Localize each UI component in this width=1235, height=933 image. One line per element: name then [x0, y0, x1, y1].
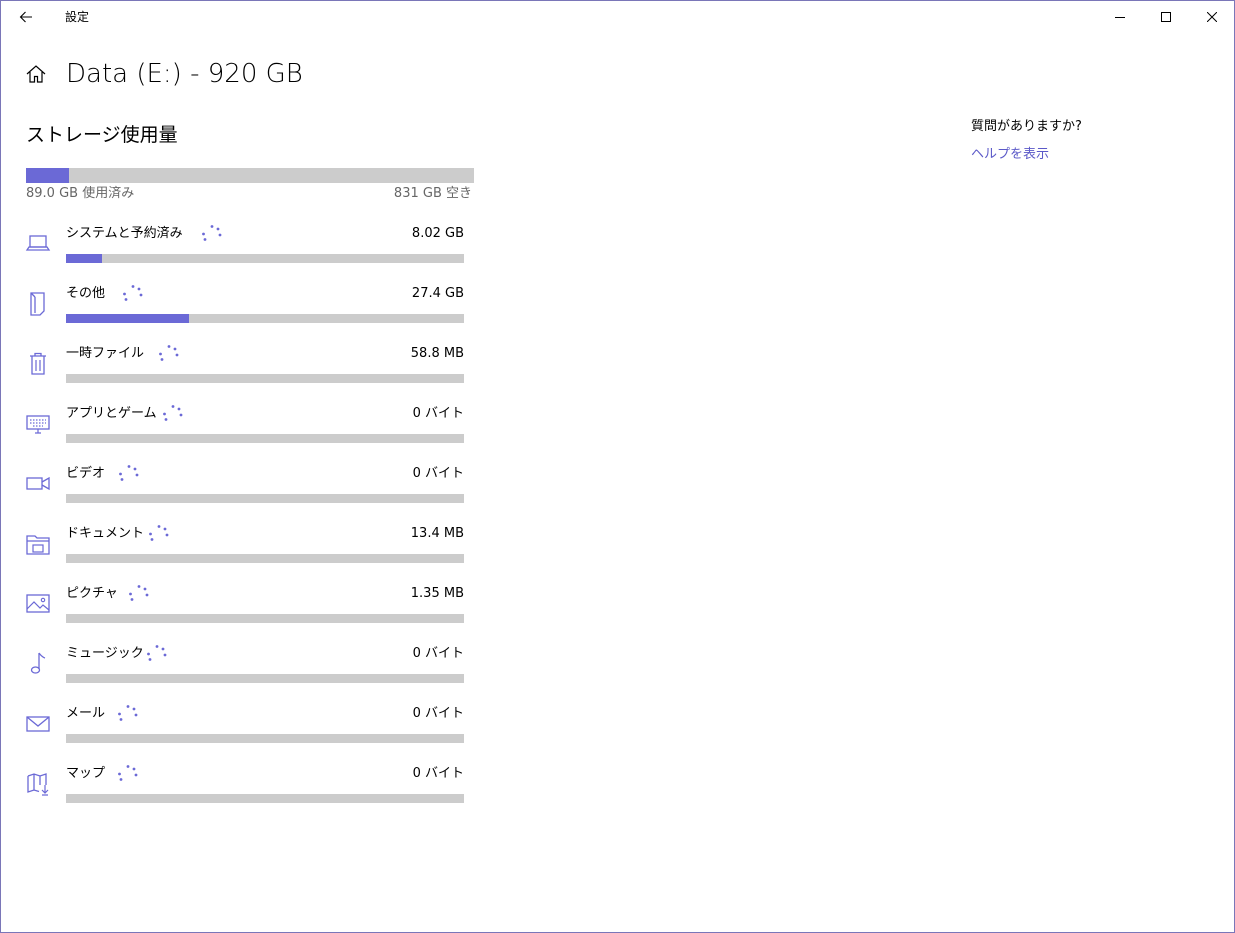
category-size: 0 バイト — [412, 466, 464, 481]
used-space-label: 89.0 GB 使用済み — [26, 186, 135, 201]
minimize-icon — [1115, 17, 1125, 18]
mail-icon — [26, 716, 50, 732]
category-size: 0 バイト — [412, 646, 464, 661]
loading-spinner-icon — [146, 644, 168, 666]
category-usage-bar — [66, 674, 464, 683]
loading-spinner-icon — [158, 344, 180, 366]
category-row[interactable]: 一時ファイル 58.8 MB — [21, 342, 471, 402]
category-name: ビデオ — [66, 466, 106, 481]
category-name: メール — [66, 706, 106, 721]
help-question: 質問がありますか? — [971, 119, 1082, 134]
category-size: 0 バイト — [412, 406, 464, 421]
title-bar: 設定 — [1, 1, 1234, 33]
total-usage-bar — [26, 168, 474, 183]
category-usage-fill — [66, 314, 189, 323]
category-usage-bar — [66, 494, 464, 503]
minimize-button[interactable] — [1097, 1, 1143, 33]
loading-spinner-icon — [201, 224, 223, 246]
category-row[interactable]: ビデオ 0 バイト — [21, 462, 471, 522]
get-help-link[interactable]: ヘルプを表示 — [971, 146, 1049, 164]
category-size: 58.8 MB — [410, 346, 464, 361]
category-usage-bar — [66, 434, 464, 443]
home-icon — [26, 65, 46, 83]
loading-spinner-icon — [118, 464, 140, 486]
music-note-icon — [30, 652, 46, 674]
free-space-label: 831 GB 空き — [393, 186, 472, 201]
close-icon — [1207, 12, 1217, 22]
category-row[interactable]: ピクチャ 1.35 MB — [21, 582, 471, 642]
back-button[interactable] — [9, 3, 43, 31]
video-camera-icon — [26, 476, 50, 491]
back-arrow-icon — [19, 11, 32, 23]
category-usage-bar — [66, 254, 464, 263]
total-usage-fill — [26, 168, 70, 183]
category-usage-bar — [66, 374, 464, 383]
category-name: システムと予約済み — [66, 226, 183, 241]
loading-spinner-icon — [117, 704, 139, 726]
category-name: ドキュメント — [66, 526, 145, 541]
category-usage-bar — [66, 794, 464, 803]
folder-documents-icon — [26, 535, 50, 555]
category-name: ミュージック — [66, 646, 144, 661]
loading-spinner-icon — [122, 284, 144, 306]
page-title: Data (E:) - 920 GB — [66, 59, 303, 89]
category-size: 0 バイト — [412, 706, 464, 721]
category-usage-fill — [66, 254, 102, 263]
category-usage-bar — [66, 614, 464, 623]
category-name: アプリとゲーム — [66, 406, 157, 421]
maximize-icon — [1161, 12, 1171, 22]
loading-spinner-icon — [162, 404, 184, 426]
category-row[interactable]: システムと予約済み 8.02 GB — [21, 222, 471, 282]
category-name: 一時ファイル — [66, 346, 145, 361]
category-size: 0 バイト — [412, 766, 464, 781]
settings-window: 設定 Data (E:) - 920 GB ストレージ使用量 89.0 GB 使… — [0, 0, 1235, 933]
category-row[interactable]: メール 0 バイト — [21, 702, 471, 762]
storage-usage-title: ストレージ使用量 — [26, 124, 178, 146]
category-usage-bar — [66, 554, 464, 563]
category-usage-bar — [66, 734, 464, 743]
trash-icon — [30, 352, 46, 375]
maximize-button[interactable] — [1143, 1, 1189, 33]
category-name: ピクチャ — [66, 586, 118, 601]
category-usage-bar — [66, 314, 464, 323]
category-size: 1.35 MB — [410, 586, 464, 601]
category-name: マップ — [66, 766, 106, 781]
category-row[interactable]: マップ 0 バイト — [21, 762, 471, 822]
category-size: 13.4 MB — [410, 526, 464, 541]
picture-icon — [26, 594, 50, 613]
close-button[interactable] — [1189, 1, 1235, 33]
category-row[interactable]: その他 27.4 GB — [21, 282, 471, 342]
category-size: 8.02 GB — [411, 226, 464, 241]
map-download-icon — [27, 773, 49, 796]
home-button[interactable] — [25, 63, 47, 85]
category-name: その他 — [66, 286, 106, 301]
category-row[interactable]: ドキュメント 13.4 MB — [21, 522, 471, 582]
loading-spinner-icon — [128, 584, 150, 606]
category-row[interactable]: ミュージック 0 バイト — [21, 642, 471, 702]
laptop-icon — [25, 235, 51, 251]
keyboard-icon — [26, 415, 50, 434]
loading-spinner-icon — [117, 764, 139, 786]
category-row[interactable]: アプリとゲーム 0 バイト — [21, 402, 471, 462]
loading-spinner-icon — [148, 524, 170, 546]
document-other-icon — [30, 292, 45, 316]
category-size: 27.4 GB — [411, 286, 464, 301]
app-title: 設定 — [65, 10, 90, 24]
